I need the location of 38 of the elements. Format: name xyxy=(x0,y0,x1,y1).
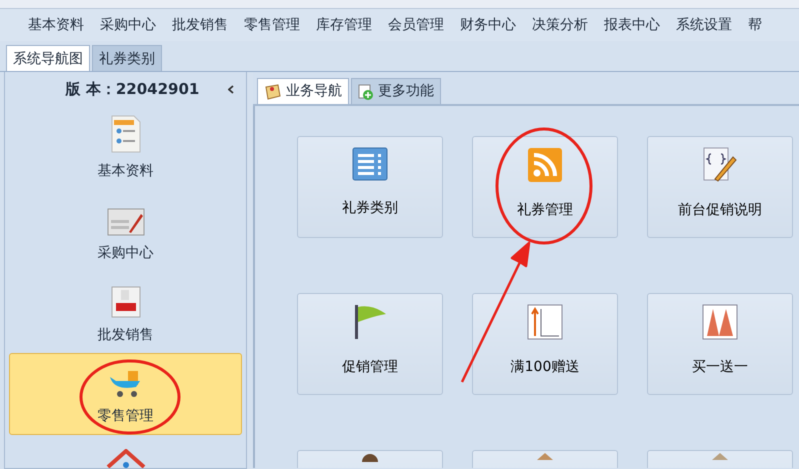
document-icon xyxy=(110,114,142,154)
menu-item[interactable]: 系统设置 xyxy=(668,9,740,41)
tab[interactable]: 礼券类别 xyxy=(92,45,162,71)
sidebar-item[interactable]: 基本资料 xyxy=(98,161,154,182)
tile-button[interactable]: 满100赠送 xyxy=(472,293,618,395)
version-label: 版 本：22042901 xyxy=(64,79,200,100)
tile-button[interactable]: 礼券管理 xyxy=(472,136,618,238)
menu-item[interactable]: 报表中心 xyxy=(596,9,668,41)
flag-icon xyxy=(352,304,388,340)
menu-item[interactable]: 零售管理 xyxy=(236,9,308,41)
sidebar-item[interactable]: 批发销售 xyxy=(98,325,154,346)
sidebar-item[interactable]: 采购中心 xyxy=(98,243,154,264)
plus-document-icon xyxy=(358,84,374,100)
tab[interactable]: 系统导航图 xyxy=(6,45,90,71)
menu-item[interactable]: 基本资料 xyxy=(20,9,92,41)
document-pen-icon xyxy=(106,208,144,236)
rss-icon xyxy=(527,147,563,183)
code-pencil-icon xyxy=(703,147,737,183)
menu-item[interactable]: 采购中心 xyxy=(92,9,164,41)
menu-item[interactable]: 财务中心 xyxy=(452,9,524,41)
menu-item[interactable]: 决策分析 xyxy=(524,9,596,41)
tile-button[interactable]: 前台促销说明 xyxy=(647,136,793,238)
list-icon xyxy=(352,147,388,181)
menu-item[interactable]: 帮 xyxy=(740,9,770,41)
tile-button[interactable]: 买一送一 xyxy=(647,293,793,395)
collapse-chevron-icon[interactable] xyxy=(228,85,234,94)
notepad-icon xyxy=(264,84,282,100)
menu-item[interactable]: 库存管理 xyxy=(308,9,380,41)
tile-button[interactable]: 促销管理 xyxy=(297,293,443,395)
sale-sign-icon xyxy=(110,286,140,318)
cones-icon xyxy=(702,304,738,340)
tab[interactable]: 更多功能 xyxy=(351,78,441,104)
menu-item[interactable]: 会员管理 xyxy=(380,9,452,41)
tab[interactable]: 业务导航 xyxy=(257,78,349,104)
menu-item[interactable]: 批发销售 xyxy=(164,9,236,41)
tile-button[interactable]: 礼券类别 xyxy=(297,136,443,238)
house-icon xyxy=(106,449,146,468)
sidebar-item[interactable]: 零售管理 xyxy=(9,353,242,436)
